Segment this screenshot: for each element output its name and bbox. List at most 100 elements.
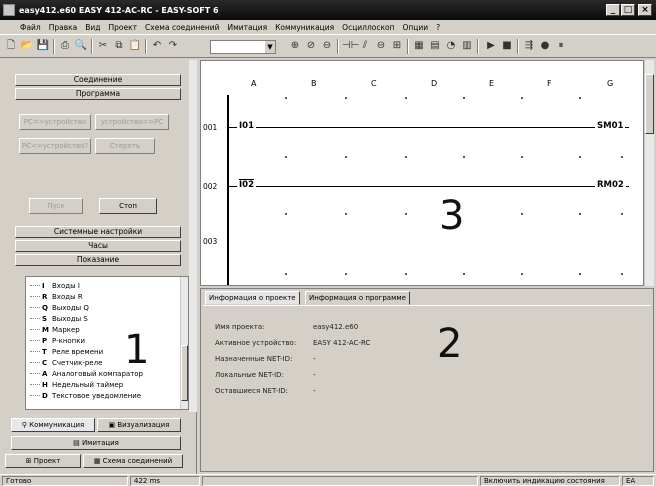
pc-device-compare-button[interactable]: PC<=устройство?: [19, 138, 91, 154]
zoom-combo[interactable]: ▼: [210, 40, 276, 54]
print-icon[interactable]: ⎙: [58, 39, 72, 53]
column-header: E: [489, 79, 495, 88]
zoom-in-icon[interactable]: ⊕: [288, 39, 302, 53]
start-button[interactable]: Пуск: [29, 198, 83, 214]
coil-rm02[interactable]: RM02: [595, 180, 626, 190]
column-header: F: [547, 79, 552, 88]
new-file-icon[interactable]: 🗋: [4, 39, 18, 53]
connection-icon[interactable]: ⊞: [390, 39, 404, 53]
record-icon[interactable]: ●: [538, 39, 552, 53]
zoom-reset-icon[interactable]: ⊘: [304, 39, 318, 53]
contact-i01[interactable]: I01: [237, 121, 256, 131]
menu-options[interactable]: Опции: [403, 23, 429, 32]
status-mode: EA: [622, 476, 654, 486]
menu-edit[interactable]: Правка: [49, 23, 78, 32]
list-item[interactable]: S Выходы S: [30, 313, 88, 324]
close-button[interactable]: ×: [638, 4, 652, 16]
menu-circuit[interactable]: Схема соединений: [145, 23, 219, 32]
list-item[interactable]: H Недельный таймер: [30, 379, 123, 390]
list-scrollbar[interactable]: [180, 277, 188, 409]
undo-icon[interactable]: ↶: [150, 39, 164, 53]
grid-icon[interactable]: ▦: [412, 39, 426, 53]
save-icon[interactable]: 💾: [36, 39, 50, 53]
zoom-out-icon[interactable]: ⊖: [320, 39, 334, 53]
window-title: easy412.e60 EASY 412-AC-RC - EASY-SOFT 6: [19, 5, 219, 15]
menu-oscilloscope[interactable]: Осциллоскоп: [342, 23, 394, 32]
stop-icon[interactable]: ■: [500, 39, 514, 53]
status-message: Включить индикацию состояния: [480, 476, 620, 486]
diagram-scrollbar[interactable]: [644, 60, 654, 286]
list-item[interactable]: M Маркер: [30, 324, 80, 335]
erase-button[interactable]: Стереть: [95, 138, 155, 154]
play-icon[interactable]: ▶: [484, 39, 498, 53]
tab-simulation[interactable]: ▤ Имитация: [11, 436, 181, 450]
table-icon[interactable]: ▤: [428, 39, 442, 53]
chevron-down-icon[interactable]: ▼: [265, 41, 275, 53]
left-panel: Соединение Программа PC=>устройство устр…: [3, 60, 197, 476]
app-icon: [3, 4, 15, 16]
menu-communication[interactable]: Коммуникация: [275, 23, 334, 32]
menu-help[interactable]: ?: [436, 23, 440, 32]
scroll-thumb[interactable]: [645, 74, 654, 134]
cut-icon[interactable]: ✂: [96, 39, 110, 53]
menu-simulation[interactable]: Имитация: [228, 23, 268, 32]
contact-i02[interactable]: I02: [237, 180, 256, 190]
menu-file[interactable]: Файл: [20, 23, 41, 32]
copy-icon[interactable]: ⧉: [112, 39, 126, 53]
pc-to-device-button[interactable]: PC=>устройство: [19, 114, 91, 130]
list-item[interactable]: T Реле времени: [30, 346, 103, 357]
tab-circuit[interactable]: ▦ Схема соединений: [83, 454, 183, 468]
paste-icon[interactable]: 📋: [128, 39, 142, 53]
panel-scrollbar[interactable]: [189, 60, 197, 412]
column-header: G: [607, 79, 614, 88]
contact-nc-icon[interactable]: ⫽: [358, 39, 372, 53]
list-item[interactable]: Q Выходы Q: [30, 302, 89, 313]
section-connection[interactable]: Соединение: [15, 74, 181, 86]
section-program[interactable]: Программа: [15, 88, 181, 100]
field-value: -: [313, 387, 316, 395]
list-item[interactable]: I Входы I: [30, 280, 80, 291]
field-label: Локальные NET-ID:: [215, 371, 284, 379]
circuit-diagram[interactable]: A B C D E F G 001 002 003 I01 SM01 I02 R…: [200, 60, 644, 286]
row-number: 003: [203, 237, 218, 246]
contact-icon[interactable]: ⊣⊢: [342, 39, 359, 53]
minimize-button[interactable]: _: [606, 4, 620, 16]
pause-icon[interactable]: ⏸: [554, 39, 568, 53]
field-label: Назначенные NET-ID:: [215, 355, 293, 363]
menu-project[interactable]: Проект: [109, 23, 138, 32]
list-item[interactable]: P P-кнопки: [30, 335, 85, 346]
timer-icon[interactable]: ◔: [444, 39, 458, 53]
tab-project-info[interactable]: Информация о проекте: [205, 291, 300, 305]
operand-list[interactable]: I Входы I R Входы R Q Выходы Q S Выходы S MМ…: [25, 276, 189, 410]
row-number: 001: [203, 123, 218, 132]
open-folder-icon[interactable]: 📂: [20, 39, 34, 53]
maximize-button[interactable]: □: [621, 4, 635, 16]
redo-icon[interactable]: ↷: [166, 39, 180, 53]
list-item[interactable]: C Счетчик-реле: [30, 357, 102, 368]
section-system-settings[interactable]: Системные настройки: [15, 226, 181, 238]
section-clock[interactable]: Часы: [15, 240, 181, 252]
section-display[interactable]: Показание: [15, 254, 181, 266]
stop-button[interactable]: Стоп: [99, 198, 157, 214]
tab-project[interactable]: ⊞ Проект: [5, 454, 81, 468]
list-item[interactable]: R Входы R: [30, 291, 83, 302]
list-item[interactable]: D Текстовое уведомление: [30, 390, 141, 401]
scroll-thumb[interactable]: [181, 345, 188, 401]
step-icon[interactable]: ⇶: [522, 39, 536, 53]
status-time: 422 ms: [130, 476, 200, 486]
tab-communication[interactable]: ⚲ Коммуникация: [11, 418, 95, 432]
coil-sm01[interactable]: SM01: [595, 121, 626, 131]
plug-icon: ⚲: [21, 421, 30, 429]
field-value: -: [313, 355, 316, 363]
coil-icon[interactable]: ⊖: [374, 39, 388, 53]
field-value: -: [313, 371, 316, 379]
device-to-pc-button[interactable]: устройство=>PC: [95, 114, 169, 130]
tab-program-info[interactable]: Информация о программе: [305, 291, 410, 305]
print-preview-icon[interactable]: 🔍: [74, 39, 88, 53]
field-label: Оставшиеся NET-ID:: [215, 387, 289, 395]
menu-view[interactable]: Вид: [85, 23, 100, 32]
tab-visualization[interactable]: ▣ Визуализация: [97, 418, 181, 432]
field-value: EASY 412-AC-RC: [313, 339, 371, 347]
title-bar: easy412.e60 EASY 412-AC-RC - EASY-SOFT 6…: [0, 0, 656, 20]
layout-icon[interactable]: ▥: [460, 39, 474, 53]
